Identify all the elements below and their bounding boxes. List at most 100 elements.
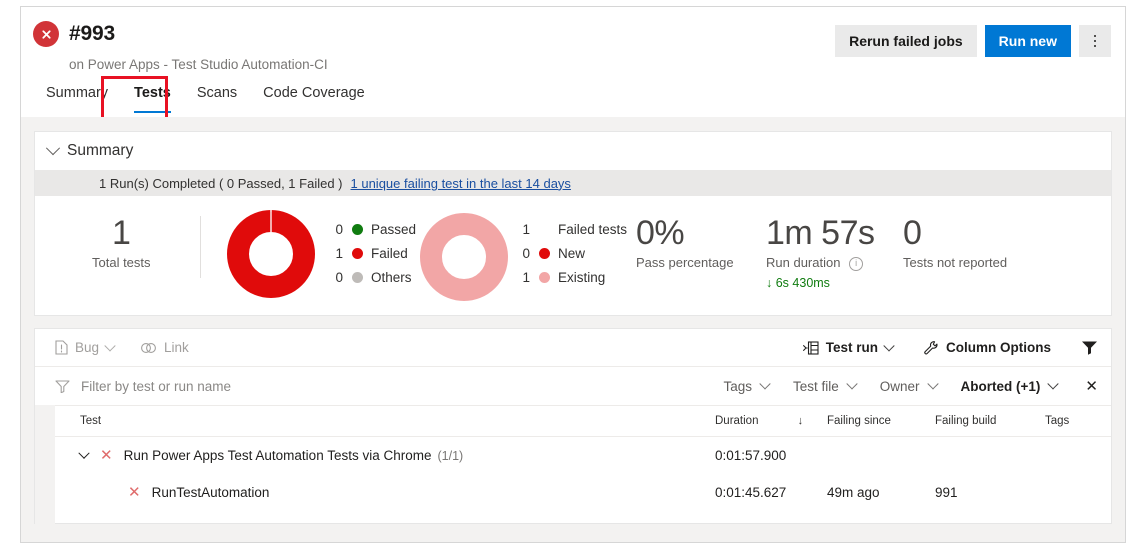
duration-header-label: Duration xyxy=(715,415,759,427)
column-header-test[interactable]: Test xyxy=(35,406,715,437)
search-placeholder: Filter by test or run name xyxy=(81,378,232,394)
group-by-icon xyxy=(802,340,819,355)
tab-scans[interactable]: Scans xyxy=(184,79,250,113)
row-failing-since xyxy=(827,437,935,475)
tab-code-coverage[interactable]: Code Coverage xyxy=(250,79,378,113)
test-case-name: RunTestAutomation xyxy=(151,485,270,500)
bug-label: Bug xyxy=(75,340,100,355)
link-button[interactable]: Link xyxy=(140,340,189,355)
metric-total-tests: 1 Total tests xyxy=(92,213,151,270)
wrench-icon xyxy=(924,340,938,354)
funnel-icon xyxy=(1082,341,1097,355)
row-duration: 0:01:57.900 xyxy=(715,448,787,463)
summary-section-header[interactable]: Summary xyxy=(35,132,1111,170)
unique-failing-test-link[interactable]: 1 unique failing test in the last 14 day… xyxy=(351,176,571,191)
clear-filters-icon[interactable]: ✕ xyxy=(1085,377,1098,395)
row-duration: 0:01:45.627 xyxy=(715,485,787,500)
page-body: Summary 1 Run(s) Completed ( 0 Passed, 1… xyxy=(21,117,1125,542)
owner-filter[interactable]: Owner xyxy=(880,378,939,394)
tags-filter[interactable]: Tags xyxy=(723,378,771,394)
filter-dropdowns: Tags Test file Owner Aborted (+1) ✕ xyxy=(723,377,1098,395)
legend-count: 0 xyxy=(522,245,530,261)
failed-x-icon: ✕ xyxy=(100,447,113,464)
outcome-filter[interactable]: Aborted (+1) xyxy=(960,378,1060,394)
summary-title: Summary xyxy=(67,142,134,159)
chevron-down-icon[interactable] xyxy=(78,447,90,459)
table-row[interactable]: ✕ Run Power Apps Test Automation Tests v… xyxy=(35,437,1111,475)
arrow-down-icon: ↓ xyxy=(766,275,773,290)
test-file-filter[interactable]: Test file xyxy=(793,378,858,394)
run-duration-value: 1m 57s xyxy=(766,214,875,252)
row-failing-build: 991 xyxy=(935,485,958,500)
pass-percentage-value: 0% xyxy=(636,214,685,252)
row-failing-since: 49m ago xyxy=(827,485,880,500)
table-row[interactable]: ✕ RunTestAutomation 0:01:45.627 49m ago … xyxy=(35,474,1111,511)
column-options-label: Column Options xyxy=(946,340,1051,355)
passed-dot-icon xyxy=(352,223,363,235)
test-group-cell: ✕ Run Power Apps Test Automation Tests v… xyxy=(78,447,715,464)
bug-button[interactable]: Bug xyxy=(55,339,116,355)
sort-descending-icon: ↓ xyxy=(797,415,804,427)
outcome-filter-label: Aborted (+1) xyxy=(960,378,1041,394)
tab-bar: Summary Tests Scans Code Coverage xyxy=(33,79,378,113)
legend-label: Passed xyxy=(371,221,417,237)
file-bug-icon xyxy=(55,340,68,355)
row-tags xyxy=(1045,474,1111,511)
total-tests-label: Total tests xyxy=(92,255,151,270)
total-tests-value: 1 xyxy=(112,214,131,252)
row-failing-build xyxy=(935,437,1045,475)
test-case-cell: ✕ RunTestAutomation xyxy=(80,485,715,500)
legend-count: 0 xyxy=(335,221,343,237)
run-completed-text: 1 Run(s) Completed ( 0 Passed, 1 Failed … xyxy=(99,175,343,191)
legend-item: 0 Others xyxy=(328,265,416,289)
test-run-label: Test run xyxy=(825,340,878,355)
test-outcome-donut-chart xyxy=(227,210,315,303)
column-options-button[interactable]: Column Options xyxy=(923,340,1051,356)
results-toolbar: Bug Link Test run Column Options xyxy=(35,329,1111,367)
run-duration-label: Run duration i xyxy=(766,255,875,271)
summary-metrics: 1 Total tests 0 Passed 1 Failed 0 Others… xyxy=(35,196,1111,301)
chevron-down-icon xyxy=(883,339,895,352)
failed-tests-legend: 1 Failed tests 0 New 1 Existing xyxy=(515,217,627,289)
legend-count: 0 xyxy=(335,269,343,285)
run-duration-delta: ↓ 6s 430ms xyxy=(766,276,875,290)
column-header-tags[interactable]: Tags xyxy=(1045,406,1111,437)
funnel-outline-icon xyxy=(55,379,70,393)
chevron-down-icon xyxy=(1047,378,1060,390)
link-icon xyxy=(141,342,156,353)
rerun-failed-jobs-button[interactable]: Rerun failed jobs xyxy=(835,25,977,57)
test-results-card: Bug Link Test run Column Options Filter … xyxy=(34,328,1112,525)
run-new-button[interactable]: Run new xyxy=(984,25,1071,57)
page-title: #993 xyxy=(69,22,115,45)
info-icon[interactable]: i xyxy=(849,256,864,271)
column-header-failing-since[interactable]: Failing since xyxy=(827,406,935,437)
test-outcome-legend: 0 Passed 1 Failed 0 Others xyxy=(328,217,416,289)
legend-count: 1 xyxy=(335,245,343,261)
build-identity: #993 xyxy=(33,21,115,47)
existing-dot-icon xyxy=(539,271,550,283)
search-input[interactable]: Filter by test or run name xyxy=(55,379,231,394)
metrics-divider xyxy=(200,216,201,278)
chevron-down-icon xyxy=(846,378,858,390)
failed-dot-icon xyxy=(352,247,363,259)
test-run-grouping-button[interactable]: Test run xyxy=(802,339,895,355)
more-options-button[interactable] xyxy=(1079,25,1111,57)
legend-label: Failed xyxy=(371,245,408,261)
column-header-failing-build[interactable]: Failing build xyxy=(935,406,1045,437)
header-actions: Rerun failed jobs Run new xyxy=(835,25,1111,57)
failed-x-icon: ✕ xyxy=(128,484,141,501)
legend-label: Others xyxy=(371,269,412,285)
legend-item: 1 Failed tests xyxy=(515,217,627,241)
link-label: Link xyxy=(164,340,189,355)
run-duration-label-text: Run duration xyxy=(766,255,841,270)
column-header-duration[interactable]: Duration ↓ xyxy=(715,406,827,437)
legend-label: New xyxy=(558,245,586,261)
run-duration-delta-value: 6s 430ms xyxy=(775,275,830,290)
tab-tests[interactable]: Tests xyxy=(121,79,184,113)
test-results-table: Test Duration ↓ Failing since Failing bu… xyxy=(35,406,1111,511)
filter-toggle-button[interactable] xyxy=(1081,340,1098,355)
legend-count: 1 xyxy=(522,269,530,285)
legend-item: 0 New xyxy=(515,241,627,265)
tab-summary[interactable]: Summary xyxy=(33,79,121,113)
tags-filter-label: Tags xyxy=(723,378,752,394)
